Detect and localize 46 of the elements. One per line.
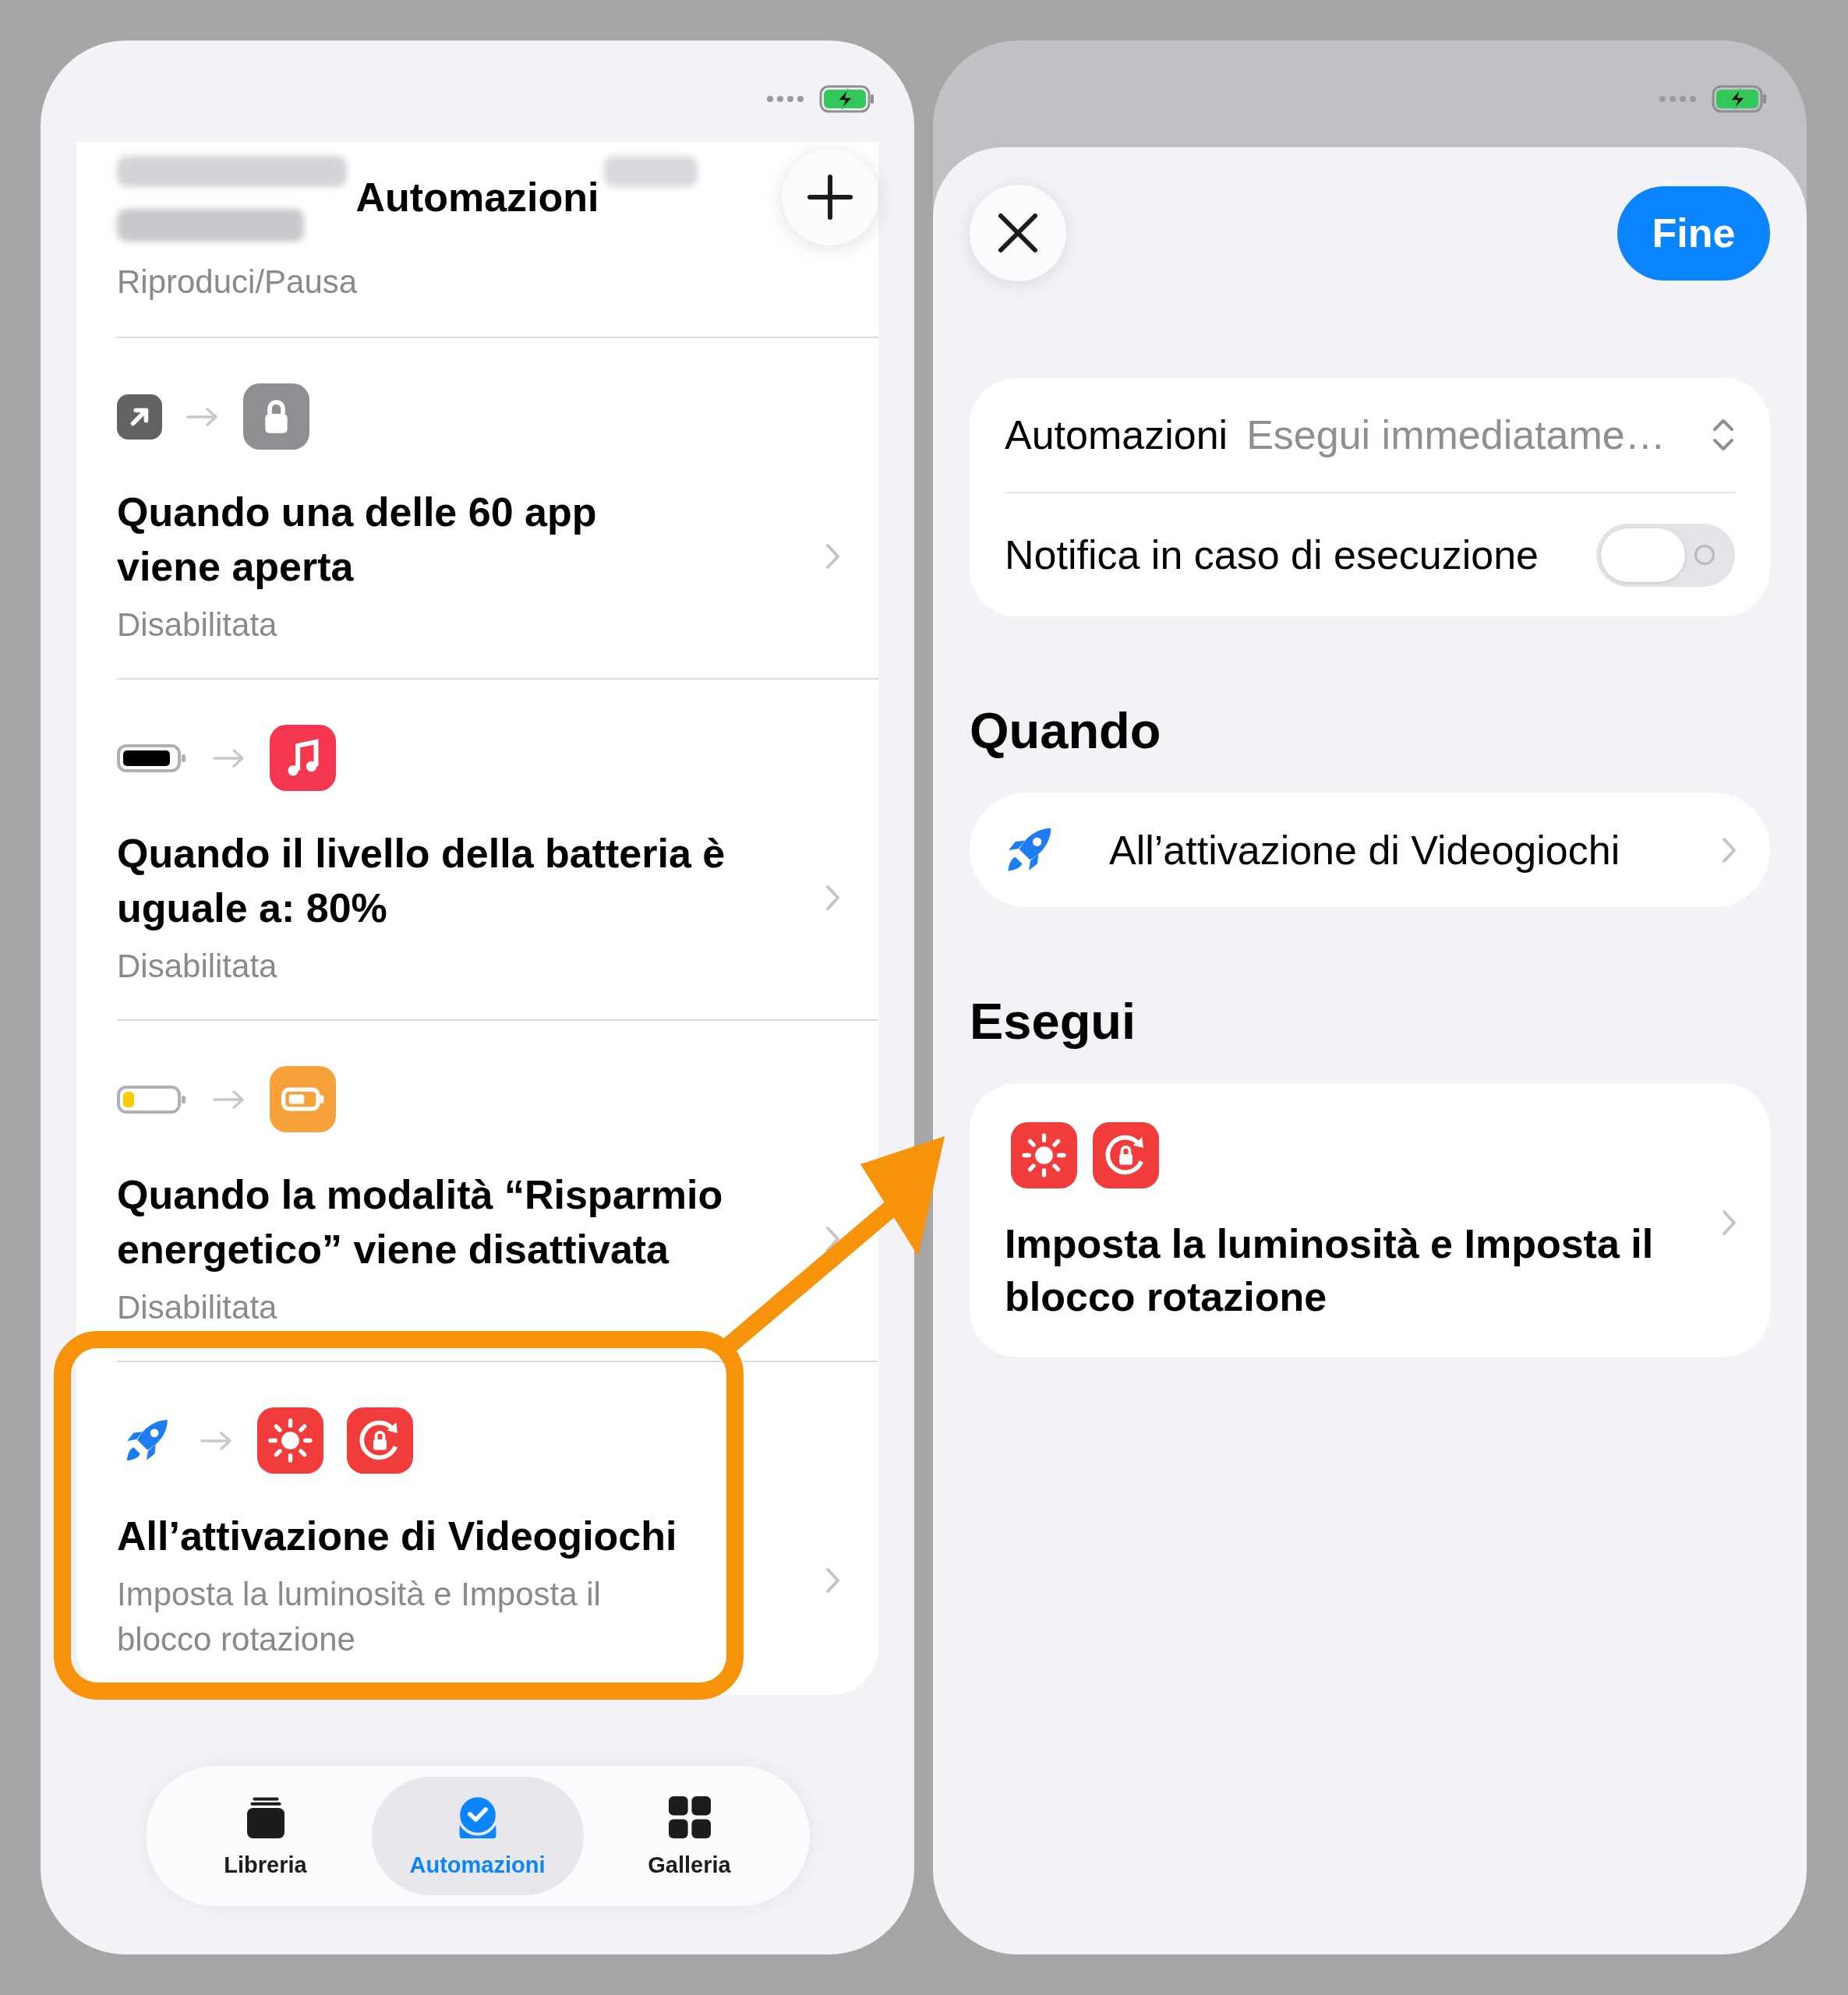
action-card[interactable]: Imposta la luminosità e Imposta il blocco rotazione xyxy=(970,1083,1770,1357)
automation-subtitle: Disabilitata xyxy=(117,947,278,986)
automation-row[interactable]: All’attivazione di Videogiochi Imposta la luminosità e Imposta il blocco rotazione xyxy=(117,1362,878,1693)
automation-row[interactable]: Quando il livello della batteria è uguale a: 80% Disabilitata xyxy=(117,680,878,1021)
rotation-lock-icon xyxy=(1093,1122,1159,1188)
plus-icon xyxy=(807,174,853,221)
setting-label: Automazioni xyxy=(1005,411,1228,459)
done-button[interactable]: Fine xyxy=(1617,185,1770,281)
automation-title: Quando il livello della batteria è uguale a: 80% xyxy=(117,830,726,932)
automation-row[interactable]: Quando la modalità “Risparmio energetico” viene disattivata Disabilitata xyxy=(117,1021,878,1362)
signal-dots-icon xyxy=(766,95,804,103)
section-heading: Quando xyxy=(970,701,1162,761)
chevron-icon xyxy=(1722,1209,1737,1236)
automation-title: Quando una delle 60 app viene aperta xyxy=(117,489,598,591)
tab[interactable]: Galleria xyxy=(583,1777,796,1895)
chevron-icon xyxy=(825,1226,841,1252)
chevron-icon xyxy=(825,543,841,570)
chevron-icon xyxy=(1722,836,1737,863)
section-heading: Esegui xyxy=(970,992,1137,1051)
rotation-lock-icon xyxy=(347,1407,413,1474)
automation-subtitle: Disabilitata xyxy=(117,606,278,644)
automation-subtitle: Imposta la luminosità e Imposta il blocco rotazione xyxy=(117,1575,602,1659)
trigger-text: All’attivazione di Videogiochi xyxy=(1109,826,1621,874)
tab[interactable]: Libreria xyxy=(159,1777,372,1895)
arrow-square-icon xyxy=(117,394,162,440)
automation-subtitle: Riproduci/Pausa xyxy=(117,263,359,302)
music-note-icon xyxy=(270,725,336,791)
automation-subtitle: Disabilitata xyxy=(117,1288,278,1327)
battery-icon xyxy=(270,1066,336,1132)
chevron-icon xyxy=(825,885,841,911)
close-icon xyxy=(997,212,1039,254)
screen-title: Automazioni xyxy=(355,174,599,221)
automation-title: Quando la modalità “Risparmio energetico” viene disattivata xyxy=(117,1171,724,1273)
battery-charging-icon xyxy=(1712,85,1768,113)
battery-charging-icon xyxy=(819,85,875,113)
signal-dots-icon xyxy=(1659,95,1696,103)
up-down-chevron-icon xyxy=(1712,417,1735,453)
trigger-row[interactable]: All’attivazione di Videogiochi xyxy=(970,793,1770,907)
chevron-icon xyxy=(825,1567,841,1594)
setting-label: Notifica in caso di esecuzione xyxy=(1005,531,1539,579)
sun-icon xyxy=(257,1407,323,1474)
sun-icon xyxy=(1011,1122,1077,1188)
action-text: Imposta la luminosità e Imposta il blocco rotazione xyxy=(1005,1220,1655,1321)
automation-title: All’attivazione di Videogiochi xyxy=(117,1513,678,1560)
lock-icon xyxy=(243,383,309,450)
automation-row[interactable]: Quando una delle 60 app viene aperta Disabilitata xyxy=(117,338,878,680)
